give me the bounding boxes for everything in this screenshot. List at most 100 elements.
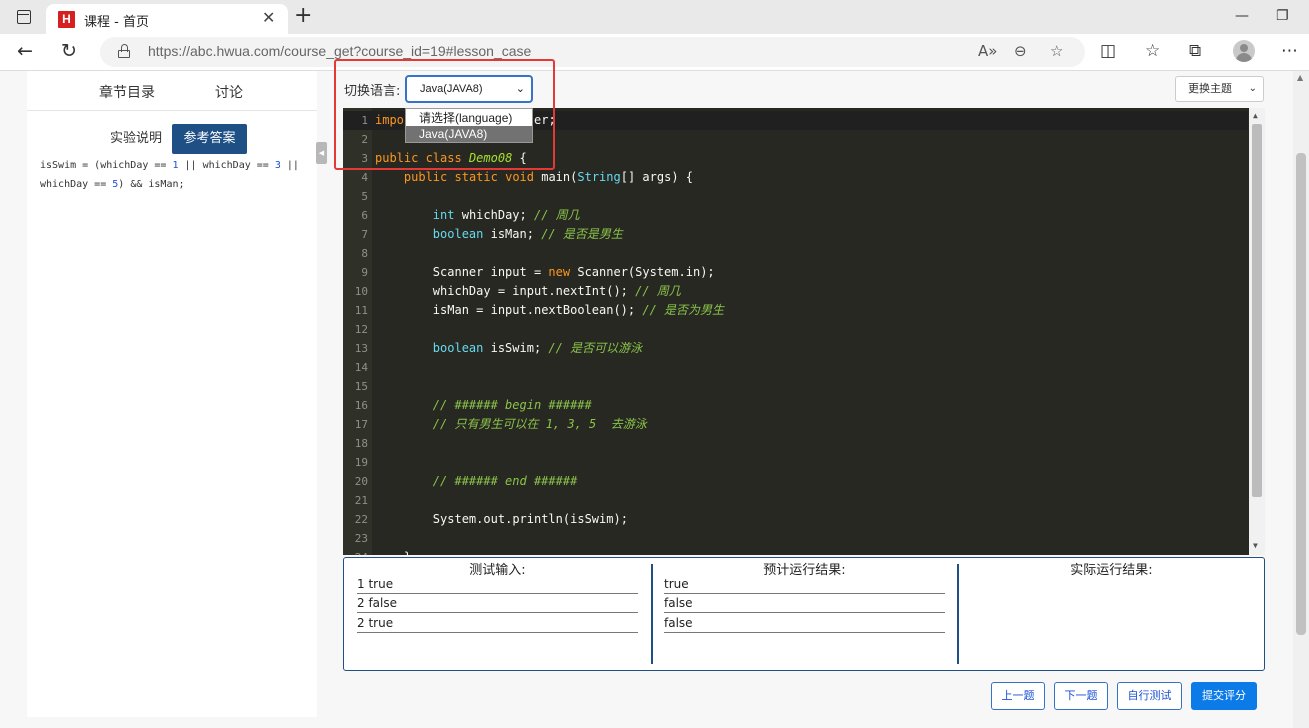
read-aloud-icon[interactable]: A» [978,42,997,60]
scroll-up-icon[interactable]: ▲ [1297,73,1303,82]
code-line[interactable]: 18 [343,434,1248,453]
editor-scroll-thumb[interactable] [1252,124,1262,497]
code-line[interactable]: 24 } [343,548,1248,555]
line-number: 12 [354,323,368,336]
zoom-out-icon[interactable]: ⊖ [1014,42,1027,60]
experiment-description-button[interactable]: 实验说明 [101,124,171,154]
code-text[interactable]: public static void main(String[] args) { [375,168,693,187]
tab-chapter-catalog[interactable]: 章节目录 [99,82,155,102]
code-line[interactable]: 10 whichDay = input.nextInt(); // 周几 [343,282,1248,301]
close-tab-icon[interactable]: ✕ [262,8,275,27]
browser-tab[interactable]: H 课程 - 首页 ✕ [46,4,288,34]
editor-scroll-down-icon[interactable]: ▼ [1253,541,1258,550]
line-number: 13 [354,342,368,355]
highlight-annotation-box [334,59,555,170]
next-question-button[interactable]: 下一题 [1054,682,1108,710]
code-line[interactable]: 6 int whichDay; // 周几 [343,206,1248,225]
code-line[interactable]: 19 [343,453,1248,472]
line-number: 22 [354,513,368,526]
editor-scrollbar[interactable]: ▲ ▼ [1249,108,1265,555]
code-line[interactable]: 4 public static void main(String[] args)… [343,168,1248,187]
refresh-icon[interactable]: ↻ [61,40,77,62]
expected-result-row: false [664,593,945,613]
more-menu-icon[interactable]: ⋯ [1281,41,1298,61]
code-line[interactable]: 9 Scanner input = new Scanner(System.in)… [343,263,1248,282]
code-text[interactable]: } [375,548,411,555]
back-icon[interactable]: ← [17,40,33,62]
line-number: 11 [354,304,368,317]
line-number: 6 [361,209,368,222]
expected-result-row: false [664,613,945,633]
actual-result-column: 实际运行结果: [959,558,1264,670]
favorite-add-icon[interactable]: ☆ [1050,42,1063,60]
line-number: 7 [361,228,368,241]
test-input-row: 1 true [357,574,638,594]
code-line[interactable]: 20 // ###### end ###### [343,472,1248,491]
expected-result-column: 预计运行结果: true false false [651,558,958,670]
code-text[interactable]: isMan = input.nextBoolean(); // 是否为男生 [375,301,724,320]
line-number: 8 [361,247,368,260]
test-results-panel: 测试输入: 1 true 2 false 2 true 预计运行结果: true… [343,557,1265,671]
tab-actions-icon[interactable] [10,6,38,28]
code-line[interactable]: 23 [343,529,1248,548]
code-text[interactable]: int whichDay; // 周几 [375,206,580,225]
chevron-down-icon: ⌄ [1248,83,1257,94]
change-theme-label: 更换主题 [1188,82,1232,95]
submit-score-button[interactable]: 提交评分 [1191,682,1257,710]
self-test-button[interactable]: 自行测试 [1117,682,1182,710]
line-number: 15 [354,380,368,393]
code-line[interactable]: 22 System.out.println(isSwim); [343,510,1248,529]
code-text[interactable]: boolean isMan; // 是否是男生 [375,225,623,244]
editor-scroll-up-icon[interactable]: ▲ [1253,111,1258,120]
code-text[interactable]: // 只有男生可以在 1, 3, 5 去游泳 [375,415,647,434]
code-text[interactable]: System.out.println(isSwim); [375,510,628,529]
code-line[interactable]: 11 isMan = input.nextBoolean(); // 是否为男生 [343,301,1248,320]
lock-icon[interactable] [118,44,130,58]
collections-icon[interactable]: ⧉ [1189,41,1201,61]
minimize-icon[interactable]: — [1235,8,1249,24]
url-text[interactable]: https://abc.hwua.com/course_get?course_i… [148,43,531,59]
url-field[interactable]: https://abc.hwua.com/course_get?course_i… [100,37,1085,67]
line-number: 17 [354,418,368,431]
expected-result-row: true [664,574,945,594]
code-line[interactable]: 17 // 只有男生可以在 1, 3, 5 去游泳 [343,415,1248,434]
code-line[interactable]: 5 [343,187,1248,206]
tab-discussion[interactable]: 讨论 [215,82,243,102]
line-number: 23 [354,532,368,545]
page-scroll-thumb[interactable] [1296,153,1306,635]
code-line[interactable]: 21 [343,491,1248,510]
code-line[interactable]: 13 boolean isSwim; // 是否可以游泳 [343,339,1248,358]
answer-code: isSwim = (whichDay == 1 || whichDay == 3… [40,160,305,190]
code-line[interactable]: 8 [343,244,1248,263]
split-screen-icon[interactable]: ◫ [1100,41,1116,61]
code-text[interactable]: Scanner input = new Scanner(System.in); [375,263,715,282]
code-line[interactable]: 16 // ###### begin ###### [343,396,1248,415]
code-text[interactable]: boolean isSwim; // 是否可以游泳 [375,339,642,358]
code-editor[interactable]: 1import java.util.Scanner;23public class… [343,108,1265,555]
change-theme-select[interactable]: 更换主题 ⌄ [1175,76,1264,102]
code-text[interactable]: whichDay = input.nextInt(); // 周几 [375,282,681,301]
line-number: 10 [354,285,368,298]
code-line[interactable]: 15 [343,377,1248,396]
line-number: 24 [343,548,368,555]
site-favicon-icon: H [58,11,75,28]
page-scrollbar[interactable]: ▲ [1293,71,1309,728]
line-number: 16 [354,399,368,412]
code-text[interactable]: // ###### begin ###### [375,396,592,415]
code-line[interactable]: 14 [343,358,1248,377]
new-tab-icon[interactable]: + [294,3,312,28]
test-input-row: 2 false [357,593,638,613]
actual-result-header: 实际运行结果: [1070,563,1153,578]
test-input-row: 2 true [357,613,638,633]
favorites-icon[interactable]: ☆ [1145,41,1160,61]
line-number: 5 [361,190,368,203]
reference-answer-button[interactable]: 参考答案 [172,124,247,154]
code-line[interactable]: 7 boolean isMan; // 是否是男生 [343,225,1248,244]
maximize-icon[interactable]: ❐ [1276,8,1289,24]
code-line[interactable]: 12 [343,320,1248,339]
collapse-panel-handle[interactable]: ◀ [316,142,327,164]
profile-avatar[interactable] [1233,40,1255,62]
prev-question-button[interactable]: 上一题 [991,682,1045,710]
address-bar: ← ↻ https://abc.hwua.com/course_get?cour… [0,34,1309,71]
code-text[interactable]: // ###### end ###### [375,472,578,491]
